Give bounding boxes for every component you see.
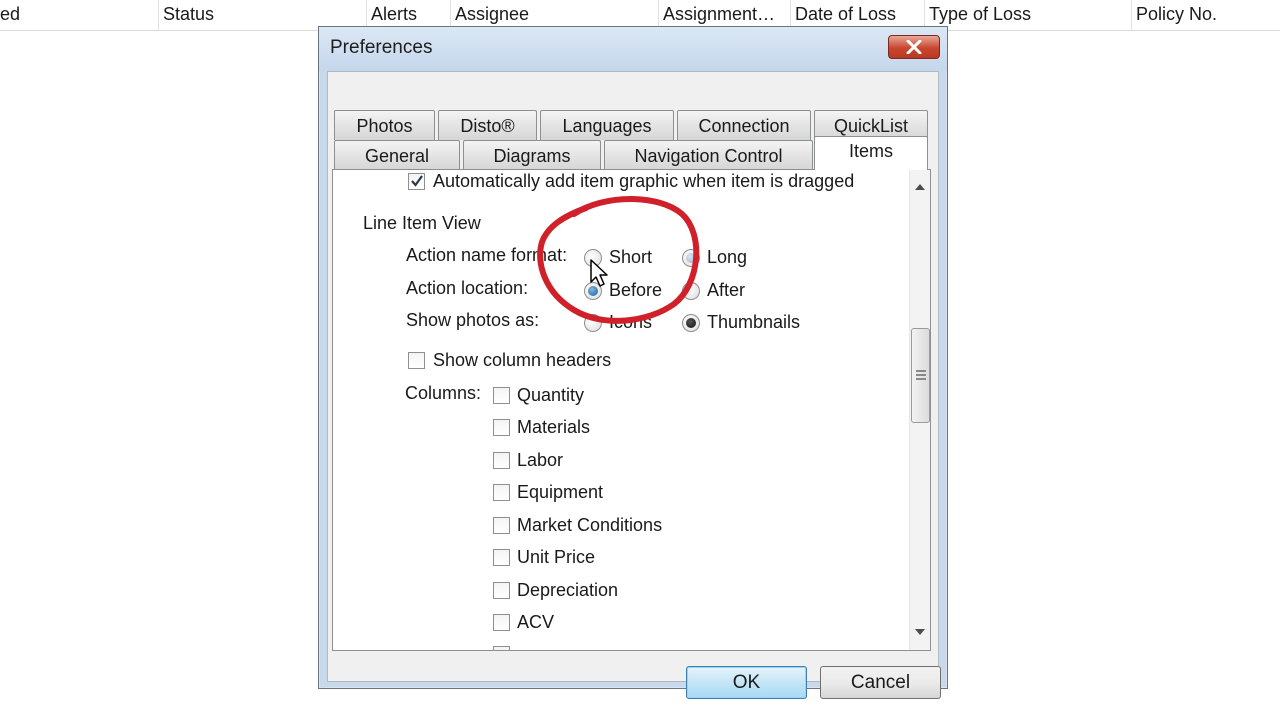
grip-icon: [916, 370, 926, 380]
ok-button[interactable]: OK: [686, 666, 807, 699]
scroll-up-arrow-icon[interactable]: [913, 180, 927, 194]
column-quantity-checkbox[interactable]: [493, 387, 510, 404]
tab-general[interactable]: General: [334, 140, 460, 170]
column-quantity-label: Quantity: [517, 385, 585, 405]
tab-languages[interactable]: Languages: [540, 110, 674, 140]
column-unit-price-checkbox[interactable]: [493, 549, 510, 566]
tab-disto[interactable]: Disto®: [438, 110, 537, 140]
dialog-title: Preferences: [330, 37, 433, 58]
tab-diagrams[interactable]: Diagrams: [463, 140, 601, 170]
tab-photos[interactable]: Photos: [334, 110, 435, 140]
show-column-headers-checkbox[interactable]: [408, 352, 425, 369]
line-item-view-heading: Line Item View: [363, 213, 481, 233]
column-acv-checkbox[interactable]: [493, 614, 510, 631]
column-depreciation-label: Depreciation: [517, 580, 619, 600]
column-equipment-label: Equipment: [517, 482, 604, 502]
column-labor-label: Labor: [517, 450, 564, 470]
column-header-type-of-loss[interactable]: Type of Loss: [924, 0, 1128, 30]
tab-connection[interactable]: Connection: [677, 110, 811, 140]
column-market-conditions-label: Market Conditions: [517, 515, 663, 535]
mouse-pointer-icon: [590, 259, 608, 287]
dialog-titlebar[interactable]: Preferences: [319, 27, 947, 71]
annotation-circle: [537, 196, 700, 324]
column-materials-checkbox[interactable]: [493, 419, 510, 436]
preferences-dialog: Preferences Photos Disto® Languages Conn…: [318, 26, 948, 699]
auto-add-graphic-label: Automatically add item graphic when item…: [433, 171, 855, 191]
show-photos-thumbnails-label: Thumbnails: [707, 312, 801, 332]
tab-navigation-control[interactable]: Navigation Control: [604, 140, 813, 170]
column-depreciation-checkbox[interactable]: [493, 582, 510, 599]
column-equipment-checkbox[interactable]: [493, 484, 510, 501]
show-column-headers-label: Show column headers: [433, 350, 612, 370]
column-header-partial[interactable]: ed: [0, 0, 150, 30]
column-unit-price-label: Unit Price: [517, 547, 596, 567]
column-acv-label: ACV: [517, 612, 555, 632]
dialog-client-area: Photos Disto® Languages Connection Quick…: [327, 71, 941, 699]
column-market-conditions-checkbox[interactable]: [493, 517, 510, 534]
auto-add-graphic-checkbox[interactable]: [408, 173, 425, 190]
column-materials-label: Materials: [517, 417, 591, 437]
action-location-label: Action location:: [406, 278, 529, 298]
column-header-policy-no[interactable]: Policy No.: [1131, 0, 1280, 30]
checkmark-icon: [411, 175, 423, 187]
close-icon: [906, 40, 922, 54]
columns-label: Columns:: [405, 383, 482, 403]
scroll-thumb[interactable]: [911, 328, 930, 423]
tab-items[interactable]: Items: [814, 136, 928, 170]
scroll-down-arrow-icon[interactable]: [913, 625, 927, 639]
panel-scrollbar[interactable]: [909, 170, 930, 650]
column-next-checkbox-partial[interactable]: [493, 646, 510, 650]
column-labor-checkbox[interactable]: [493, 452, 510, 469]
show-photos-as-label: Show photos as:: [406, 310, 540, 330]
close-button[interactable]: [888, 35, 940, 59]
cancel-button[interactable]: Cancel: [820, 666, 941, 699]
